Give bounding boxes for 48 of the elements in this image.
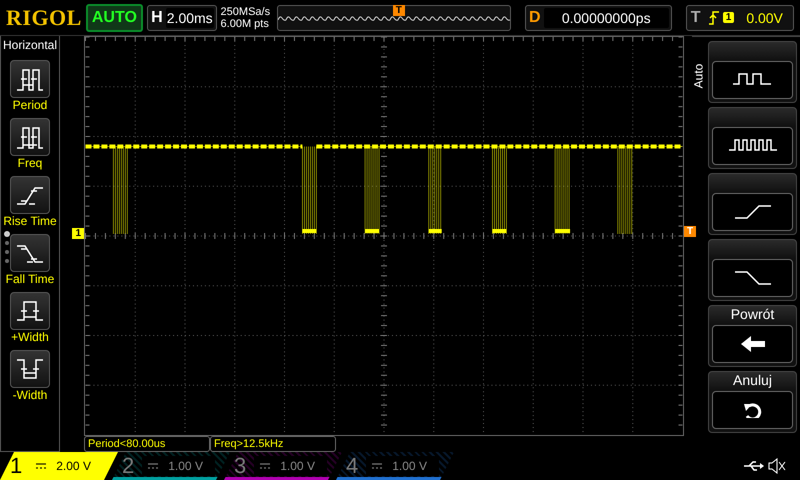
square-wave-icon [732,72,772,88]
back-arrow-icon [740,336,764,352]
softkey-button[interactable] [708,107,797,169]
channel-tab[interactable]: 4 1.00 V [336,452,454,480]
trigger-position-marker: T [392,4,405,16]
channel-marker: 1 [72,228,84,239]
measure-label: +Width [11,330,49,344]
menu-title: Horizontal [2,38,58,52]
dc-coupling-icon [372,463,382,469]
rising-edge-icon [732,204,772,220]
page-indicator-icon [3,230,11,264]
measure-label: Freq [18,156,42,170]
dc-coupling-icon [260,463,270,469]
channel-tab[interactable]: 3 1.00 V [224,452,342,480]
trigger-level-marker: T [684,226,696,237]
trigger-source: 1 [722,12,734,23]
falling-edge-icon [732,270,772,286]
trigger-field[interactable]: T 1 0.00V [686,4,794,30]
undo-icon [742,402,762,418]
menu-title: Auto [691,64,706,88]
waveform-overview-icon [278,14,510,22]
measure-label: Period [12,98,48,112]
measure-button[interactable] [10,118,50,156]
measurement-readout: Freq>12.5kHz [210,436,336,452]
channel-tab[interactable]: 2 1.00 V [112,452,230,480]
measure-label: Fall Time [6,272,54,286]
measure-label: Rise Time [3,214,57,228]
measurement-readout: Period<80.00us [84,436,210,452]
rising-edge-icon [708,10,719,24]
pulse-train-icon [728,138,776,154]
speaker-muted-icon [768,458,786,474]
measure-label: -Width [12,388,48,402]
dc-coupling-icon [36,463,46,469]
acquisition-info: 250MSa/s 6.00M pts [220,6,272,30]
usb-icon [744,460,764,472]
timebase-field[interactable]: H 2.00ms [146,4,217,30]
channel-tab[interactable]: 1 2.00 V [0,452,118,480]
softkey-button[interactable]: Powrót [708,305,797,367]
measure-button[interactable] [10,234,50,272]
brand-logo: RIGOL [6,4,82,30]
measure-button[interactable] [10,60,50,98]
measure-button[interactable] [10,350,50,388]
dc-coupling-icon [148,463,158,469]
delay-field[interactable]: D 0.00000000ps [524,4,672,30]
measure-button[interactable] [10,292,50,330]
softkey-button[interactable]: Anuluj [708,371,797,433]
run-status[interactable]: AUTO [86,4,143,32]
measure-button[interactable] [10,176,50,214]
